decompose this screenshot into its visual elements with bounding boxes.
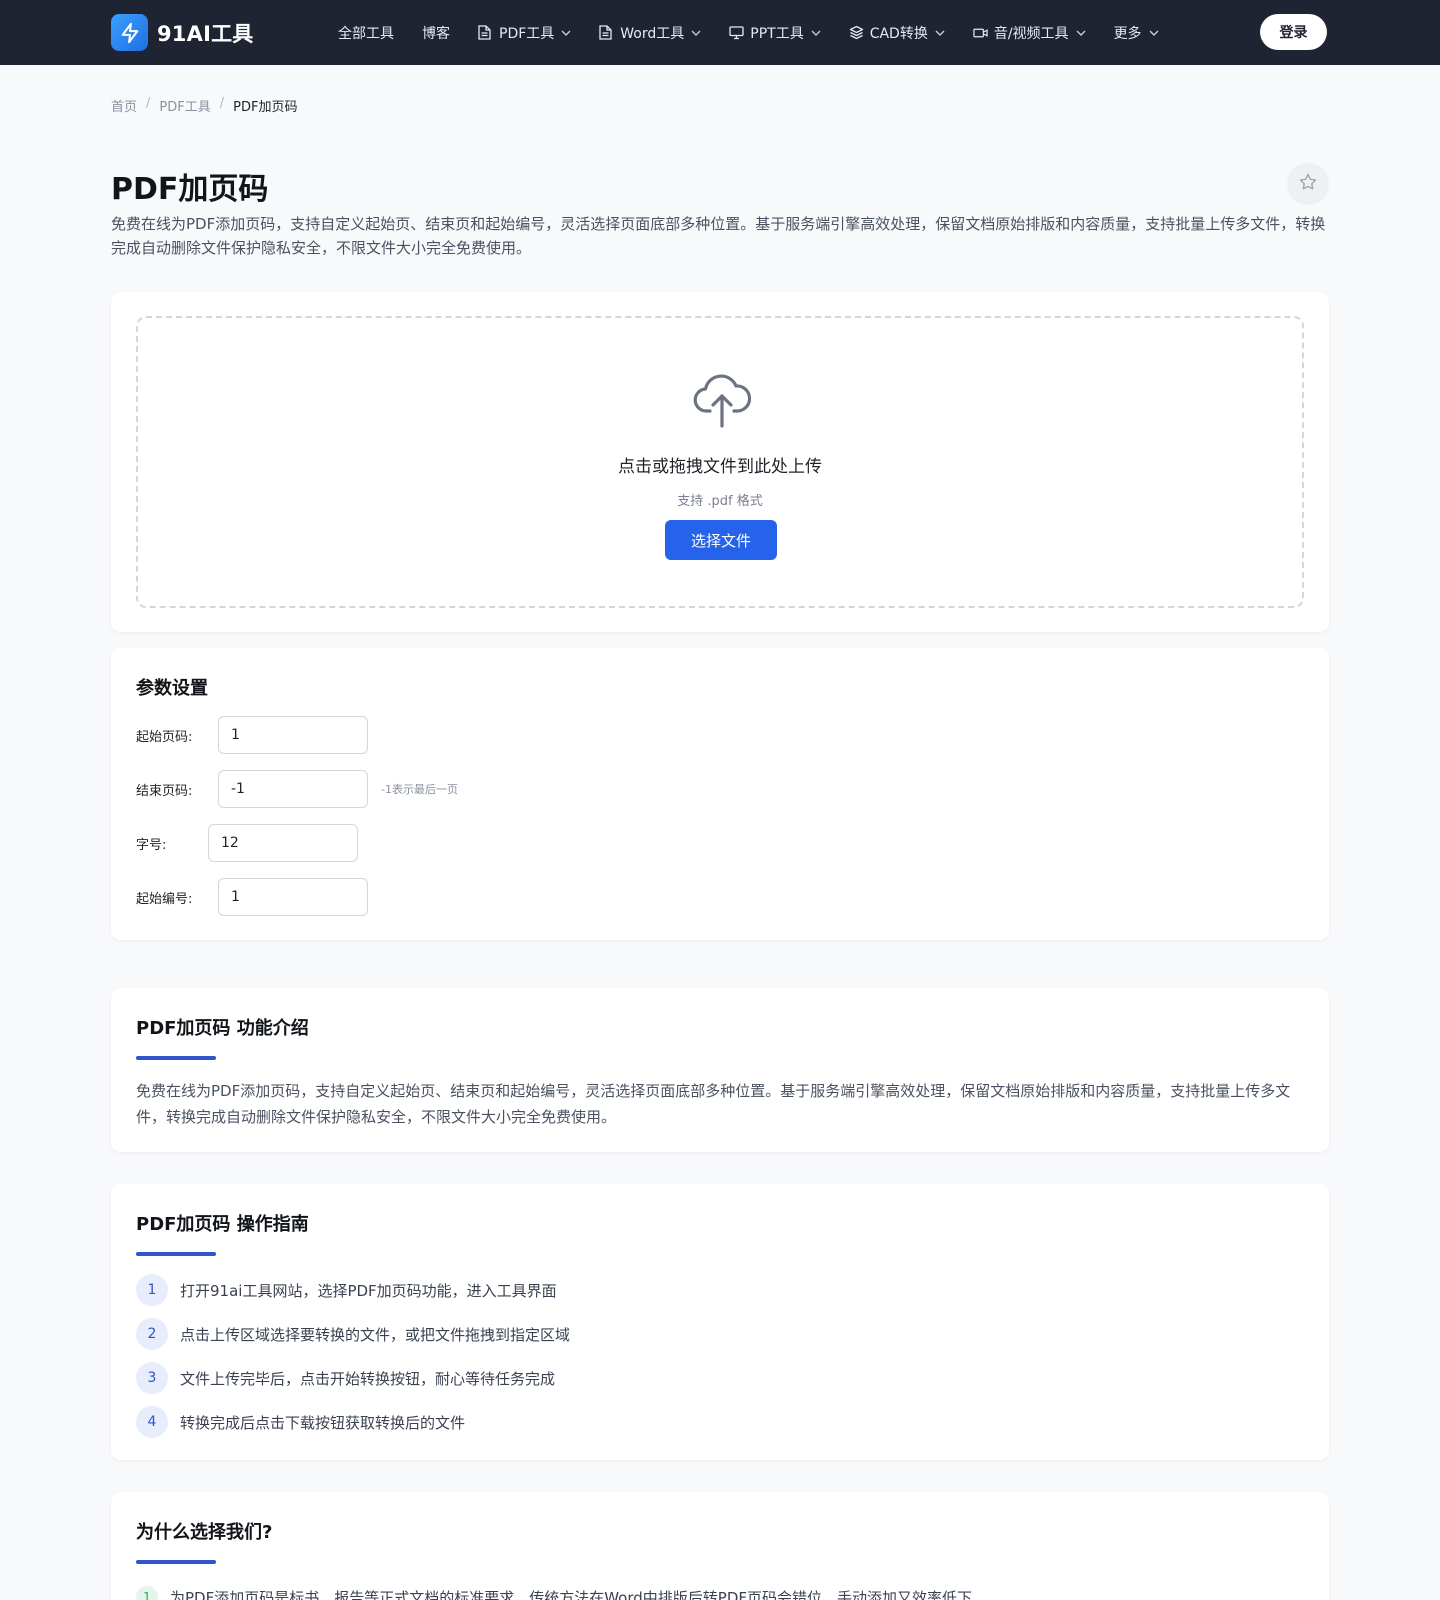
- chevron-down-icon: [691, 30, 701, 36]
- upload-dropzone[interactable]: 点击或拖拽文件到此处上传 支持 .pdf 格式 选择文件: [136, 316, 1304, 608]
- breadcrumb-current: PDF加页码: [233, 100, 298, 115]
- nav-item-av-tools[interactable]: 音/视频工具: [973, 0, 1086, 65]
- login-button[interactable]: 登录: [1260, 14, 1327, 50]
- step-text: 转换完成后点击下载按钮获取转换后的文件: [180, 1413, 466, 1432]
- font-size-row: 字号:: [136, 824, 358, 862]
- step-number: 4: [136, 1406, 168, 1438]
- chevron-down-icon: [811, 30, 821, 36]
- why-title: 为什么选择我们?: [136, 1522, 273, 1543]
- step-text: 打开91ai工具网站，选择PDF加页码功能，进入工具界面: [180, 1281, 557, 1300]
- document-icon: [599, 25, 614, 40]
- title-underline: [136, 1252, 216, 1256]
- why-item: 1 为PDF添加页码是标书、报告等正式文档的标准要求，传统方法在Word中排版后…: [136, 1586, 972, 1600]
- nav-label: 博客: [422, 25, 450, 42]
- nav-item-blog[interactable]: 博客: [422, 0, 450, 65]
- step-text: 点击上传区域选择要转换的文件，或把文件拖拽到指定区域: [180, 1325, 571, 1344]
- brand-name: 91AI工具: [157, 21, 254, 46]
- font-size-label: 字号:: [136, 837, 167, 853]
- why-item-number: 1: [136, 1586, 158, 1600]
- start-page-label: 起始页码:: [136, 729, 193, 745]
- presentation-icon: [729, 25, 744, 40]
- layers-icon: [849, 25, 864, 40]
- chevron-down-icon: [1076, 30, 1086, 36]
- nav-label: PPT工具: [750, 25, 804, 42]
- nav-menu: 全部工具 博客 PDF工具 Word工具 PPT工具 CAD转换 音/视频工具 …: [338, 0, 1187, 65]
- nav-item-pdf-tools[interactable]: PDF工具: [478, 0, 571, 65]
- cloud-upload-icon: [693, 368, 752, 436]
- page-title: PDF加页码: [111, 172, 269, 207]
- params-card: 参数设置 起始页码: 结束页码: -1表示最后一页 字号: 起始编号:: [111, 648, 1329, 940]
- document-icon: [478, 25, 493, 40]
- nav-label: Word工具: [620, 25, 685, 42]
- breadcrumb-category[interactable]: PDF工具: [159, 96, 210, 115]
- step-text: 文件上传完毕后，点击开始转换按钮，耐心等待任务完成: [180, 1369, 556, 1388]
- guide-step: 3 文件上传完毕后，点击开始转换按钮，耐心等待任务完成: [136, 1362, 555, 1394]
- upload-title: 点击或拖拽文件到此处上传: [618, 457, 822, 477]
- end-page-row: 结束页码: -1表示最后一页: [136, 770, 458, 808]
- start-number-row: 起始编号:: [136, 878, 368, 916]
- guide-step: 2 点击上传区域选择要转换的文件，或把文件拖拽到指定区域: [136, 1318, 570, 1350]
- why-item-text: 为PDF添加页码是标书、报告等正式文档的标准要求，传统方法在Word中排版后转P…: [170, 1588, 973, 1600]
- chevron-down-icon: [561, 30, 571, 36]
- step-number: 2: [136, 1318, 168, 1350]
- title-underline: [136, 1560, 216, 1564]
- breadcrumb-separator: /: [219, 96, 225, 111]
- params-title: 参数设置: [136, 678, 208, 699]
- breadcrumb-separator: /: [146, 96, 151, 111]
- nav-item-more[interactable]: 更多: [1114, 0, 1159, 65]
- nav-label: PDF工具: [499, 25, 555, 42]
- top-nav: 91AI工具 全部工具 博客 PDF工具 Word工具 PPT工具 CAD转换 …: [0, 0, 1440, 65]
- favorite-button[interactable]: [1287, 163, 1329, 205]
- video-icon: [973, 25, 988, 40]
- lightning-logo-icon: [111, 14, 148, 51]
- nav-item-ppt-tools[interactable]: PPT工具: [729, 0, 821, 65]
- guide-card: PDF加页码 操作指南 1 打开91ai工具网站，选择PDF加页码功能，进入工具…: [111, 1184, 1329, 1460]
- guide-step: 1 打开91ai工具网站，选择PDF加页码功能，进入工具界面: [136, 1274, 557, 1306]
- nav-label: 音/视频工具: [993, 25, 1069, 42]
- brand[interactable]: 91AI工具: [111, 14, 254, 51]
- intro-text: 免费在线为PDF添加页码，支持自定义起始页、结束页和起始编号，灵活选择页面底部多…: [136, 1082, 1291, 1126]
- nav-label: CAD转换: [869, 25, 928, 42]
- end-page-input[interactable]: [218, 770, 368, 808]
- step-number: 1: [136, 1274, 168, 1306]
- why-card: 为什么选择我们? 1 为PDF添加页码是标书、报告等正式文档的标准要求，传统方法…: [111, 1492, 1329, 1600]
- intro-title: PDF加页码 功能介绍: [136, 1018, 309, 1039]
- star-icon: [1298, 172, 1318, 196]
- select-file-button[interactable]: 选择文件: [665, 520, 777, 560]
- start-page-input[interactable]: [218, 716, 368, 754]
- title-underline: [136, 1056, 216, 1060]
- nav-label: 全部工具: [338, 25, 394, 42]
- end-page-hint: -1表示最后一页: [381, 783, 458, 796]
- breadcrumb: 首页 / PDF工具 / PDF加页码: [111, 96, 297, 115]
- nav-item-cad-convert[interactable]: CAD转换: [849, 0, 945, 65]
- chevron-down-icon: [935, 30, 945, 36]
- guide-title: PDF加页码 操作指南: [136, 1214, 309, 1235]
- nav-label: 更多: [1113, 25, 1142, 42]
- breadcrumb-home[interactable]: 首页: [111, 96, 137, 115]
- start-page-row: 起始页码:: [136, 716, 368, 754]
- guide-step: 4 转换完成后点击下载按钮获取转换后的文件: [136, 1406, 465, 1438]
- intro-card: PDF加页码 功能介绍 免费在线为PDF添加页码，支持自定义起始页、结束页和起始…: [111, 988, 1329, 1152]
- upload-card: 点击或拖拽文件到此处上传 支持 .pdf 格式 选择文件: [111, 292, 1329, 632]
- page-description: 免费在线为PDF添加页码，支持自定义起始页、结束页和起始编号，灵活选择页面底部多…: [111, 215, 1326, 257]
- upload-format-hint: 支持 .pdf 格式: [677, 494, 763, 509]
- end-page-label: 结束页码:: [136, 783, 193, 799]
- font-size-input[interactable]: [208, 824, 358, 862]
- start-number-label: 起始编号:: [136, 891, 193, 907]
- start-number-input[interactable]: [218, 878, 368, 916]
- chevron-down-icon: [1149, 30, 1159, 36]
- nav-item-word-tools[interactable]: Word工具: [599, 0, 701, 65]
- step-number: 3: [136, 1362, 168, 1394]
- nav-item-all-tools[interactable]: 全部工具: [338, 0, 394, 65]
